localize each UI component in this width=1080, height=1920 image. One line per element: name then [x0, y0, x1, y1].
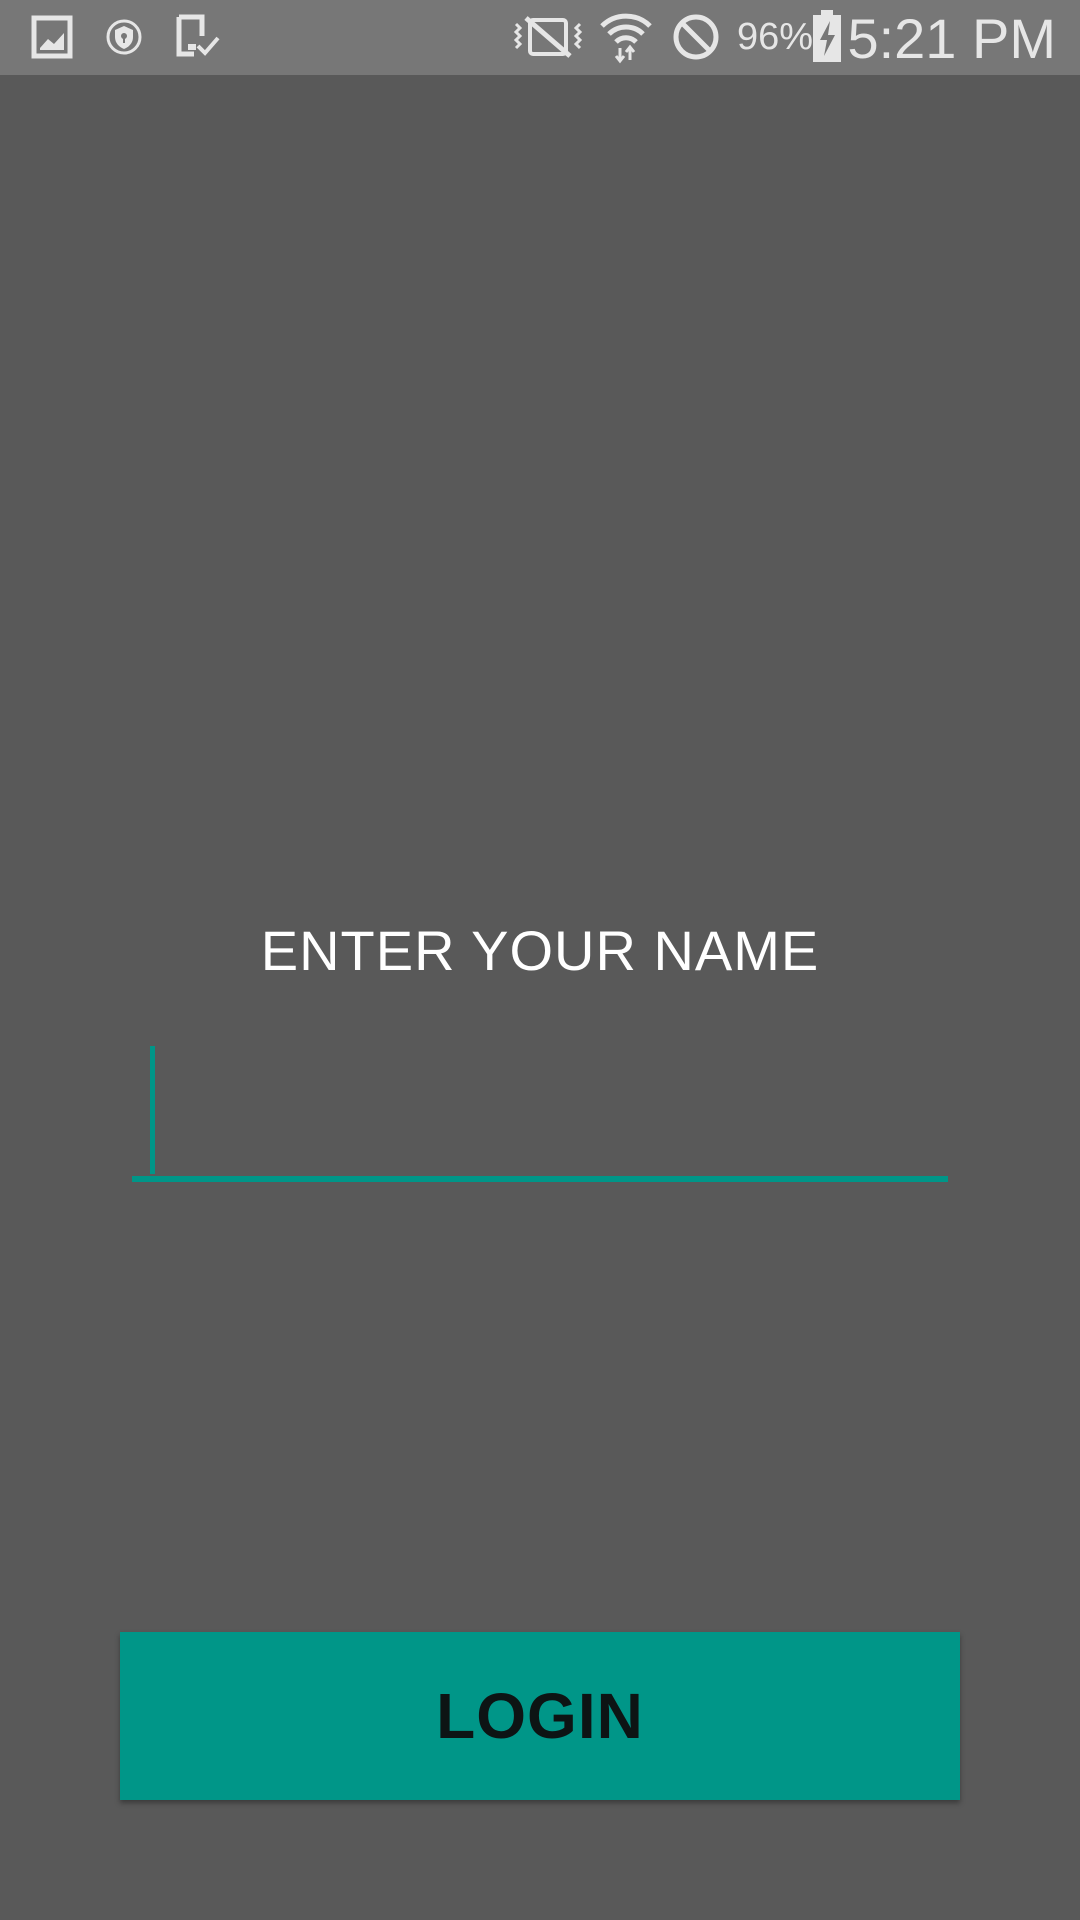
device-check-icon: [174, 12, 222, 62]
status-bar: 96% 5:21 PM: [0, 0, 1080, 75]
status-time: 5:21 PM: [847, 7, 1056, 70]
vibrate-mute-icon: [512, 12, 584, 62]
input-underline: [132, 1176, 948, 1182]
name-prompt: ENTER YOUR NAME: [260, 919, 820, 982]
login-screen: 96% 5:21 PM ENTER YOUR NAME LOGIN: [0, 0, 1080, 1920]
text-cursor: [150, 1046, 155, 1174]
do-not-disturb-icon: [670, 12, 722, 62]
battery-percent: 96%: [737, 16, 814, 58]
wifi-icon: [596, 12, 656, 64]
name-input-container[interactable]: [132, 1042, 948, 1184]
login-button[interactable]: LOGIN: [120, 1632, 960, 1800]
name-input[interactable]: [150, 1042, 930, 1172]
gallery-icon: [30, 12, 74, 62]
battery-charging-icon: [810, 10, 844, 62]
security-shield-icon: [104, 12, 144, 62]
